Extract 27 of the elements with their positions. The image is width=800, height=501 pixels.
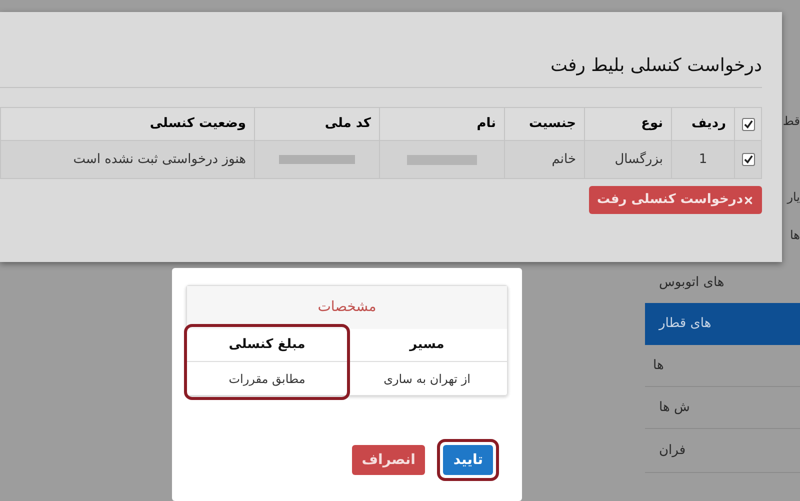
column-header: مسیر	[347, 329, 507, 362]
checkbox[interactable]	[742, 153, 754, 166]
sidebar-item[interactable]: ش ها	[645, 387, 800, 429]
sidebar-item[interactable]: های قطار	[645, 303, 800, 345]
table-cell: 1	[671, 141, 734, 178]
cancel-request-button[interactable]: درخواست کنسلی رفت	[588, 186, 762, 214]
table-cell-text: مطابق مقررات	[228, 370, 306, 388]
dialog-title: درخواست کنسلی بلیط رفت	[550, 54, 762, 78]
cancel-button[interactable]: انصراف	[352, 445, 426, 475]
table-cell: بزرگسال	[584, 141, 671, 178]
checkmark-icon	[744, 155, 752, 164]
table-cell: هنوز درخواستی ثبت نشده است	[0, 141, 254, 178]
sidebar-item[interactable]: فران	[645, 429, 800, 473]
close-icon	[743, 194, 754, 206]
sidebar-item[interactable]: یار	[782, 188, 800, 206]
confirm-button[interactable]: تایید	[443, 445, 493, 475]
table-cell-text: از تهران به ساری	[382, 370, 472, 388]
sidebar-item[interactable]: های اتوبوس	[645, 268, 800, 298]
panel-title: مشخصات	[187, 286, 507, 329]
column-header: مبلغ کنسلی	[187, 329, 347, 362]
blurred-placeholder	[407, 154, 477, 164]
sidebar-item[interactable]: قط	[782, 112, 800, 130]
checkbox[interactable]	[742, 118, 754, 130]
checkmark-icon	[744, 120, 752, 128]
sidebar-item[interactable]: ها	[645, 345, 800, 387]
sidebar-item[interactable]: ها	[782, 226, 800, 244]
table-cell: خانم	[504, 141, 584, 178]
